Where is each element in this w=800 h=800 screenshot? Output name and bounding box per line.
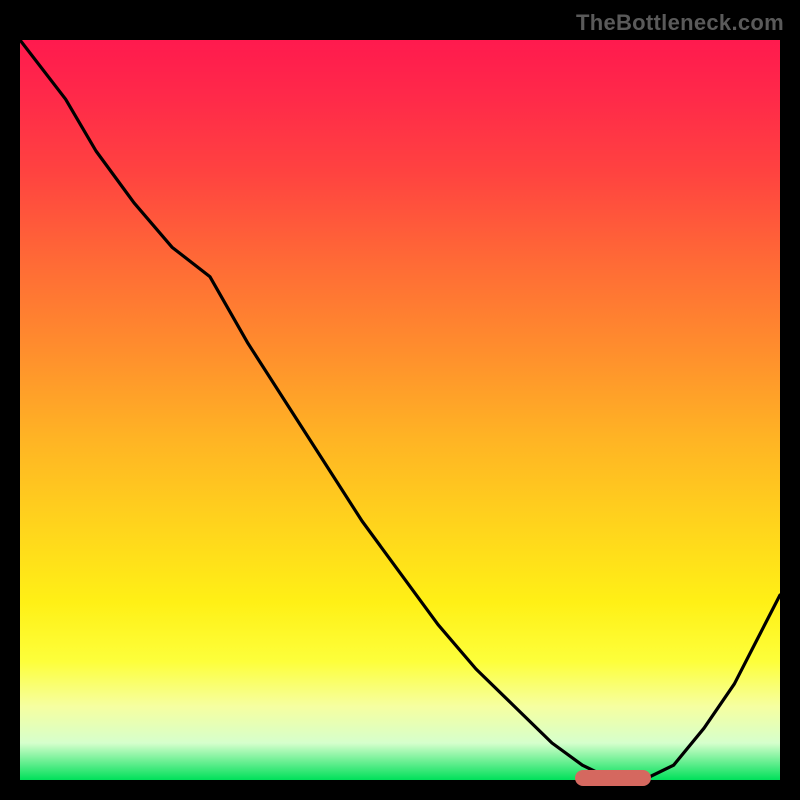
bottleneck-curve bbox=[20, 40, 780, 780]
chart-frame: TheBottleneck.com bbox=[10, 10, 790, 790]
curve-path bbox=[20, 40, 780, 780]
watermark-text: TheBottleneck.com bbox=[576, 10, 784, 36]
optimal-range-marker bbox=[575, 770, 651, 786]
plot-area bbox=[20, 40, 780, 780]
